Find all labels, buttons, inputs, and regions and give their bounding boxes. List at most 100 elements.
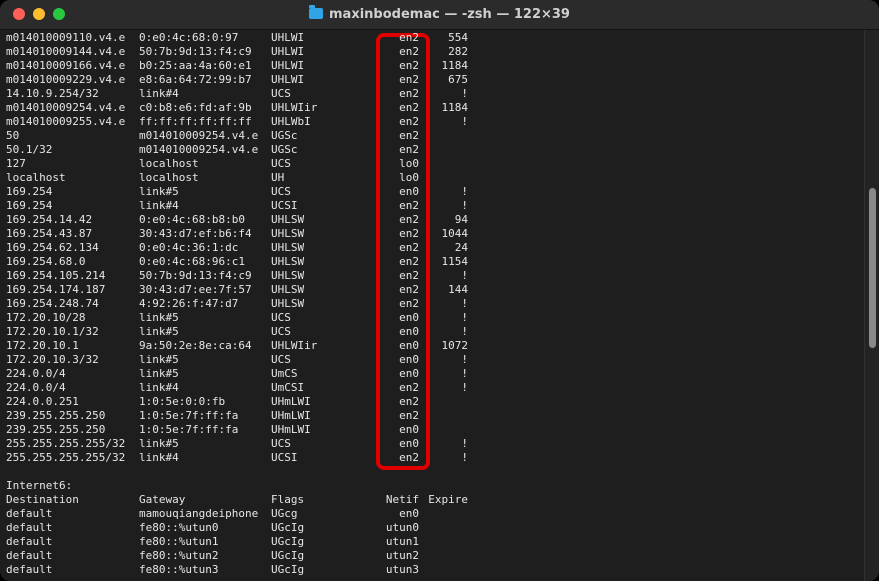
flags-cell: UmCS	[271, 367, 298, 380]
netif-cell: en2	[399, 409, 419, 422]
title-bar[interactable]: maxinbodemac — -zsh — 122×39	[0, 0, 879, 30]
gateway-cell: 9a:50:2e:8e:ca:64	[139, 339, 252, 352]
gateway-cell: 1:0:5e:7f:ff:fa	[139, 423, 239, 436]
vertical-scrollbar[interactable]	[864, 30, 879, 581]
expire-cell: 1184	[441, 59, 469, 72]
gateway-cell: fe80::%utun0	[139, 521, 219, 534]
netif-cell: en2	[399, 73, 419, 86]
expire-cell: 675	[448, 73, 468, 86]
gateway-cell: c0:b8:e6:fd:af:9b	[139, 101, 252, 114]
gateway-cell: link#4	[139, 451, 179, 464]
destination-cell: default	[6, 563, 53, 576]
destination-cell: default	[6, 549, 53, 562]
gateway-cell: 1:0:5e:7f:ff:fa	[139, 409, 239, 422]
destination-cell: 169.254	[6, 185, 53, 198]
netif-cell: en2	[399, 297, 419, 310]
netif-cell: en2	[399, 269, 419, 282]
netif-cell: utun2	[385, 549, 419, 562]
expire-cell: 94	[454, 213, 468, 226]
flags-cell: UHLSW	[271, 283, 305, 296]
gateway-cell: m014010009254.v4.e	[139, 143, 259, 156]
gateway-cell: fe80::%utun2	[139, 549, 219, 562]
netif-cell: utun3	[385, 563, 419, 576]
gateway-cell: mamouqiangdeiphone	[139, 507, 259, 520]
netif-cell: en2	[399, 59, 419, 72]
flags-cell: UHLSW	[271, 213, 305, 226]
gateway-header: Gateway	[139, 493, 186, 506]
destination-cell: m014010009255.v4.e	[6, 115, 126, 128]
flags-cell: UGcIg	[271, 549, 305, 562]
destination-cell: 172.20.10.1/32	[6, 325, 99, 338]
destination-cell: 224.0.0/4	[6, 367, 66, 380]
netif-cell: en2	[399, 381, 419, 394]
expire-cell: !	[461, 115, 468, 128]
flags-cell: UCS	[271, 325, 291, 338]
expire-cell: !	[461, 367, 468, 380]
gateway-cell: localhost	[139, 171, 199, 184]
expire-cell: 282	[448, 45, 468, 58]
destination-cell: default	[6, 521, 53, 534]
netif-cell: utun1	[385, 535, 419, 548]
destination-cell: 169.254.43.87	[6, 227, 93, 240]
expire-cell: !	[461, 311, 468, 324]
expire-cell: !	[461, 199, 468, 212]
gateway-cell: 0:e0:4c:68:b8:b0	[139, 213, 245, 226]
scrollbar-thumb[interactable]	[869, 188, 876, 348]
flags-cell: UHLWI	[271, 73, 305, 86]
destination-cell: m014010009110.v4.e	[6, 31, 126, 44]
netif-cell: en2	[399, 45, 419, 58]
gateway-cell: link#5	[139, 437, 179, 450]
gateway-cell: 30:43:d7:ee:7f:57	[139, 283, 252, 296]
flags-cell: UHLWI	[271, 31, 305, 44]
expire-cell: !	[461, 451, 468, 464]
flags-cell: UCSI	[271, 451, 298, 464]
expire-cell: 1154	[441, 255, 469, 268]
flags-cell: UGSc	[271, 129, 298, 142]
window-title: maxinbodemac — -zsh — 122×39	[329, 7, 570, 22]
flags-cell: UHLWI	[271, 59, 305, 72]
gateway-cell: link#4	[139, 199, 179, 212]
expire-cell: !	[461, 381, 468, 394]
destination-cell: 169.254.68.0	[6, 255, 86, 268]
netif-header: Netif	[385, 493, 419, 506]
dest-header: Destination	[6, 493, 79, 506]
destination-cell: 239.255.255.250	[6, 409, 106, 422]
destination-cell: 169.254.14.42	[6, 213, 93, 226]
netif-cell: en2	[399, 395, 419, 408]
expire-cell: !	[461, 297, 468, 310]
flags-cell: UGcIg	[271, 535, 305, 548]
flags-cell: UCS	[271, 437, 291, 450]
gateway-cell: link#5	[139, 185, 179, 198]
terminal-output[interactable]: m014010009110.v4.e 0:e0:4c:68:0:97 UHLWI en…	[0, 30, 864, 581]
netif-cell: en0	[399, 339, 419, 352]
destination-cell: 172.20.10.3/32	[6, 353, 99, 366]
destination-cell: 50.1/32	[6, 143, 53, 156]
netif-cell: en2	[399, 101, 419, 114]
gateway-cell: link#5	[139, 367, 179, 380]
gateway-cell: 4:92:26:f:47:d7	[139, 297, 239, 310]
gateway-cell: ff:ff:ff:ff:ff:ff	[139, 115, 252, 128]
gateway-cell: b0:25:aa:4a:60:e1	[139, 59, 252, 72]
netif-cell: en2	[399, 199, 419, 212]
netif-cell: en2	[399, 255, 419, 268]
flags-cell: UHLWbI	[271, 115, 311, 128]
flags-cell: UCS	[271, 353, 291, 366]
gateway-cell: 1:0:5e:0:0:fb	[139, 395, 226, 408]
expire-cell: !	[461, 185, 468, 198]
expire-cell: !	[461, 87, 468, 100]
flags-cell: UHLWIir	[271, 339, 318, 352]
netif-cell: lo0	[399, 157, 419, 170]
destination-cell: default	[6, 507, 53, 520]
expire-cell: 1072	[441, 339, 469, 352]
expire-cell: !	[461, 269, 468, 282]
destination-cell: 169.254.105.214	[6, 269, 106, 282]
flags-cell: UHLSW	[271, 297, 305, 310]
gateway-cell: link#5	[139, 353, 179, 366]
flags-cell: UCS	[271, 185, 291, 198]
destination-cell: m014010009144.v4.e	[6, 45, 126, 58]
netif-cell: en0	[399, 423, 419, 436]
gateway-cell: link#4	[139, 381, 179, 394]
netif-cell: en2	[399, 227, 419, 240]
flags-cell: UmCSI	[271, 381, 305, 394]
expire-cell: !	[461, 437, 468, 450]
